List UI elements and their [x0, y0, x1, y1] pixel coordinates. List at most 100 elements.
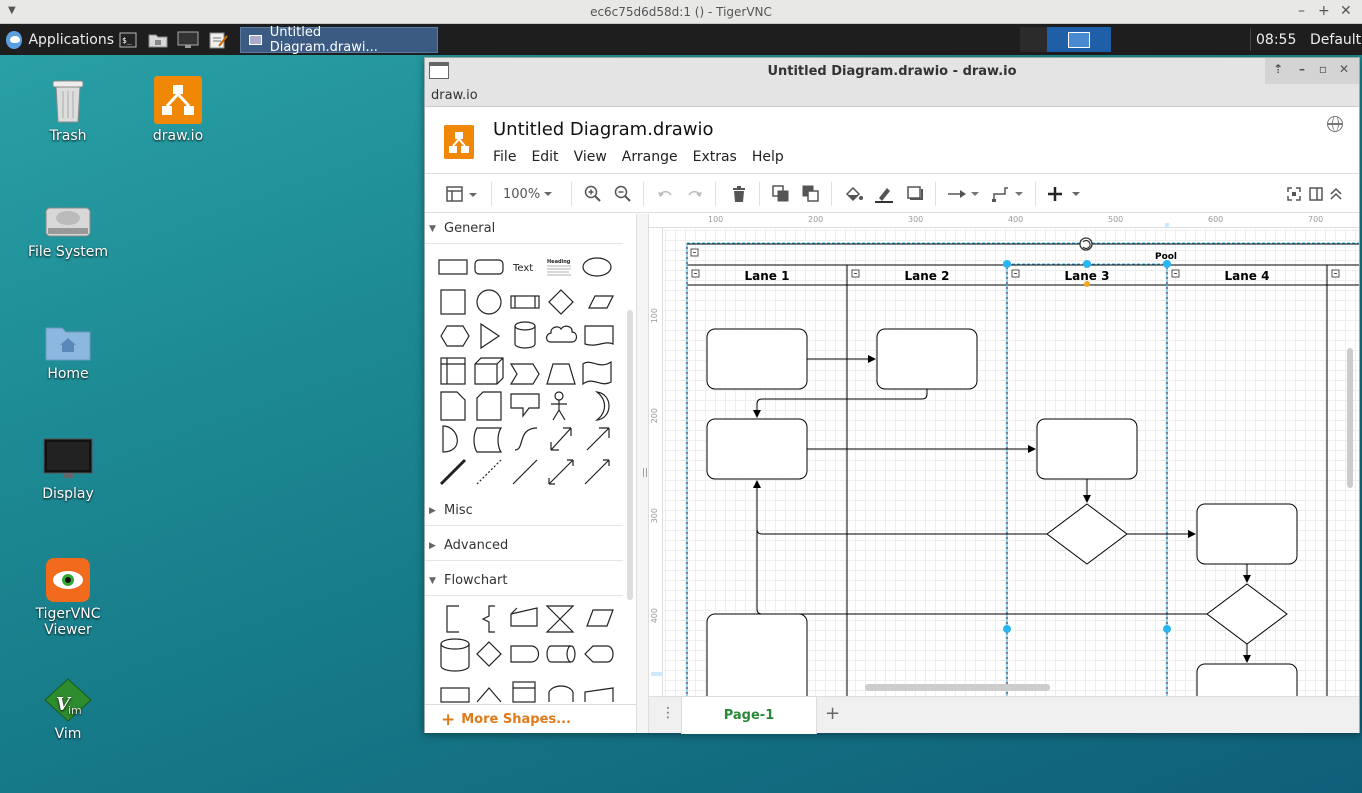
editor-launcher[interactable] [204, 27, 232, 53]
user-menu[interactable]: Default [1310, 24, 1361, 55]
pages-menu-icon[interactable]: ⋮ [661, 705, 675, 721]
document-title[interactable]: Untitled Diagram.drawio [493, 119, 714, 140]
shape-cloud [545, 325, 578, 343]
language-globe-icon[interactable] [1327, 116, 1343, 132]
vertical-scrollbar[interactable] [1347, 348, 1353, 488]
toolbar-separator [715, 182, 716, 206]
general-shapes-palette[interactable]: Text Heading [437, 252, 623, 488]
more-shapes-button[interactable]: + More Shapes... [425, 704, 636, 733]
window-titlebar[interactable]: Untitled Diagram.drawio - draw.io ⇡ – ▫ … [425, 58, 1359, 84]
fullscreen-button[interactable] [1285, 184, 1303, 204]
line-color-button[interactable] [873, 184, 895, 204]
format-toggle-button[interactable] [1307, 184, 1325, 204]
shadow-button[interactable] [905, 184, 927, 204]
shape-document [584, 325, 614, 346]
to-front-button[interactable] [771, 184, 791, 204]
shape-delay [510, 645, 540, 663]
vnc-menu-icon[interactable]: ▼ [8, 5, 16, 16]
label-handle[interactable] [1084, 281, 1090, 287]
lane-4-label[interactable]: Lane 4 [1225, 269, 1270, 283]
waypoint-icon [992, 187, 1023, 202]
rotate-handle-icon[interactable] [1079, 237, 1093, 251]
desktop-icon-label: Home [47, 366, 89, 382]
zoom-out-button[interactable] [613, 184, 633, 204]
trash-icon [733, 186, 745, 202]
shape-curve [514, 427, 538, 451]
desktop-icon-vim[interactable]: Vim Vim [18, 678, 118, 742]
lane-2-label[interactable]: Lane 2 [905, 269, 950, 283]
insert-button[interactable] [1047, 184, 1083, 204]
plus-icon: + [441, 709, 456, 730]
window-close-icon[interactable]: ✕ [1339, 62, 1349, 76]
page-tab[interactable]: Page-1 [681, 697, 817, 734]
window-minimize-icon[interactable]: – [1299, 62, 1305, 76]
xfce-logo-icon [6, 30, 23, 49]
file-manager-launcher[interactable] [144, 27, 172, 53]
applications-menu[interactable]: Applications [0, 24, 114, 55]
vnc-close-icon[interactable]: ✕ [1340, 3, 1352, 19]
window-raise-icon[interactable]: ⇡ [1273, 62, 1283, 76]
connectors[interactable] [753, 355, 1251, 663]
window-maximize-icon[interactable]: ▫ [1319, 62, 1327, 76]
menu-view[interactable]: View [574, 149, 607, 165]
diagram-svg[interactable]: Pool Lane 1 Lane 2 Lane 3 Lane 4 [649, 214, 1359, 696]
undo-button[interactable] [655, 184, 675, 204]
vnc-minimize-icon[interactable]: – [1298, 3, 1305, 19]
to-back-button[interactable] [801, 184, 821, 204]
display-launcher[interactable] [174, 27, 202, 53]
lane-3-label[interactable]: Lane 3 [1065, 269, 1110, 283]
section-flowchart[interactable]: ▼ Flowchart [425, 566, 623, 596]
collapse-button[interactable] [1327, 184, 1345, 204]
waypoints-button[interactable] [991, 184, 1025, 204]
zoom-in-button[interactable] [583, 184, 603, 204]
arrow-right-icon [948, 190, 979, 198]
menu-extras[interactable]: Extras [693, 149, 737, 165]
diagram-canvas[interactable]: 100 200 300 400 500 600 700 100 200 300 … [649, 214, 1359, 696]
taskbar-window-button[interactable]: Untitled Diagram.drawi... [240, 25, 438, 55]
section-misc[interactable]: ▶ Misc [425, 496, 623, 526]
menu-edit[interactable]: Edit [531, 149, 558, 165]
shape-bottom-row-2 [476, 687, 502, 703]
terminal-launcher[interactable]: $_ [114, 27, 142, 53]
toolbar-separator [935, 182, 936, 206]
section-general[interactable]: ▼ General [425, 214, 623, 244]
workspace-switcher[interactable] [1047, 27, 1111, 52]
to-front-icon [772, 185, 789, 202]
folder-icon [148, 34, 168, 47]
app-menu-drawio[interactable]: draw.io [431, 88, 478, 103]
process-box [1196, 663, 1298, 696]
format-panel-button[interactable] [445, 184, 479, 204]
clock[interactable]: 08:55 [1256, 24, 1296, 55]
desktop-icon-tigervnc[interactable]: TigerVNC Viewer [18, 558, 118, 638]
connection-style-button[interactable] [947, 184, 981, 204]
drawio-window: Untitled Diagram.drawio - draw.io ⇡ – ▫ … [424, 57, 1360, 734]
menu-file[interactable]: File [493, 149, 516, 165]
sidebar-splitter[interactable]: || [637, 214, 649, 733]
sidebar-scrollbar[interactable] [627, 310, 633, 600]
zoom-dropdown[interactable]: 100% [503, 184, 561, 204]
desktop-icon-home[interactable]: Home [18, 322, 118, 382]
delete-button[interactable] [729, 184, 749, 204]
flowchart-shapes-palette[interactable] [437, 604, 623, 704]
menu-help[interactable]: Help [752, 149, 784, 165]
desktop-icon-drawio[interactable]: draw.io [128, 76, 228, 144]
window-menu-icon[interactable] [429, 62, 449, 79]
window-title: Untitled Diagram.drawio - draw.io [767, 63, 1017, 79]
desktop-icon-display[interactable]: Display [18, 438, 118, 502]
vnc-maximize-icon[interactable]: + [1318, 3, 1330, 19]
fill-color-button[interactable] [843, 184, 865, 204]
redo-button[interactable] [685, 184, 705, 204]
shape-moon [594, 391, 610, 421]
menu-arrange[interactable]: Arrange [622, 149, 678, 165]
workspace-1[interactable] [1020, 27, 1047, 52]
desktop-icon-label: Display [42, 486, 94, 502]
section-advanced[interactable]: ▶ Advanced [425, 531, 623, 561]
monitor-icon [43, 438, 93, 478]
add-page-icon[interactable]: + [825, 703, 840, 724]
lane-1-label[interactable]: Lane 1 [745, 269, 790, 283]
toolbar-separator [1035, 182, 1036, 206]
desktop-icon-filesystem[interactable]: File System [18, 204, 118, 260]
desktop-icon-trash[interactable]: Trash [18, 76, 118, 144]
horizontal-scrollbar[interactable] [865, 684, 1050, 691]
drawio-icon [154, 76, 202, 124]
